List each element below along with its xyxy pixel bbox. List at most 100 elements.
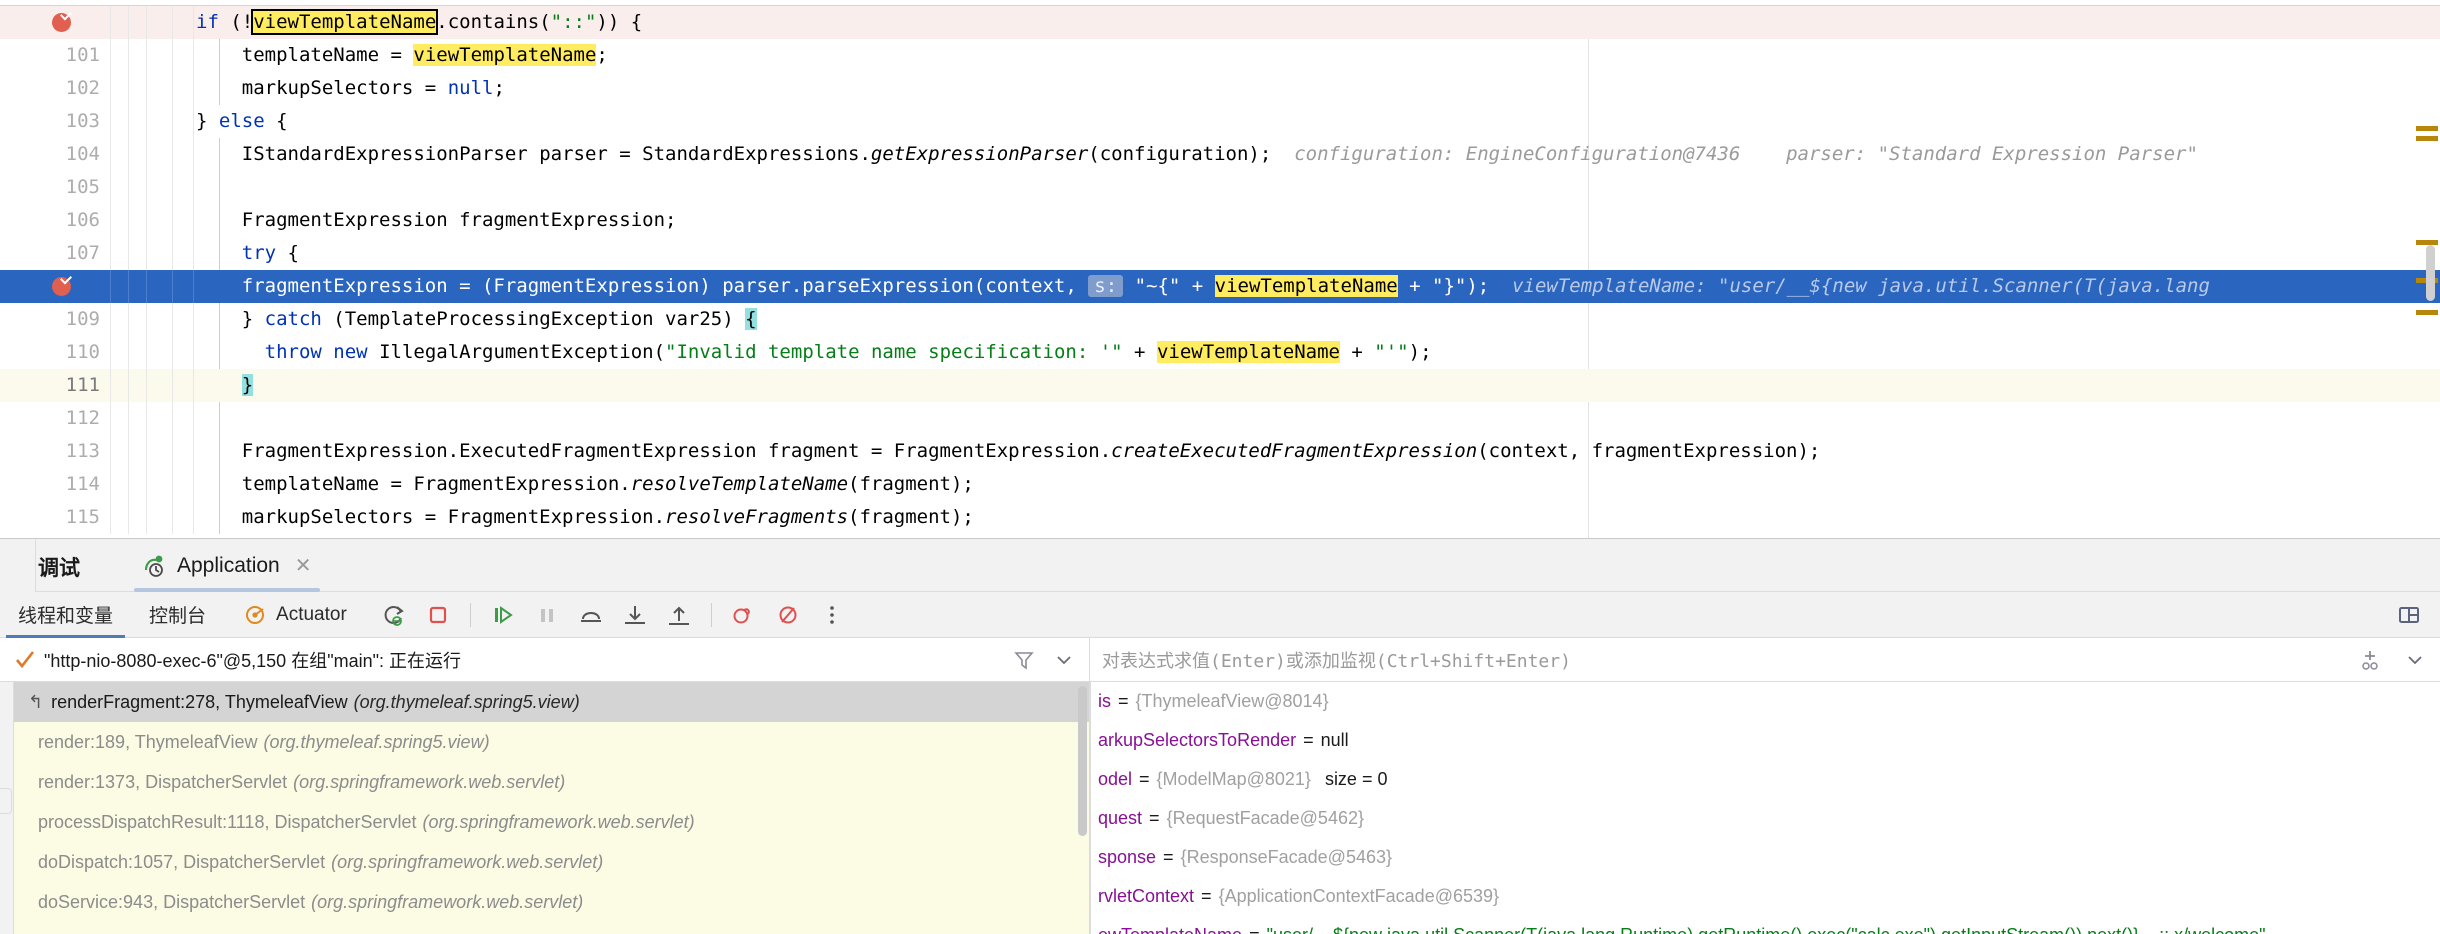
breakpoint-current-icon[interactable] [52,277,71,296]
inline-value-chip[interactable]: s: [1088,275,1124,297]
gutter-114[interactable]: 114 [0,468,145,501]
resume-button[interactable] [486,598,520,632]
editor-scrollbar-thumb[interactable] [2426,245,2435,301]
tab-application[interactable]: Application ✕ [128,539,326,592]
variable-extra: size = 0 [1324,769,1388,789]
variable-row-0[interactable]: is = {ThymeleafView@8014} [1090,682,2440,721]
gutter-106[interactable]: 106 [0,204,145,237]
line-number-112: 112 [65,407,100,429]
thread-selector[interactable]: "http-nio-8080-exec-6"@5,150 在组"main": 正… [0,637,1090,682]
inlay-hint-view-template-name[interactable]: viewTemplateName: "user/__${new java.uti… [1512,275,2210,297]
stop-button[interactable] [421,598,455,632]
code-line-112[interactable]: 112 [0,402,2440,435]
evaluate-expression-field[interactable]: 对表达式求值(Enter)或添加监视(Ctrl+Shift+Enter) [1090,638,2440,682]
frame-list-item-5[interactable]: doService:943, DispatcherServlet (org.sp… [0,882,1089,922]
code-line-109[interactable]: 109 } catch (TemplateProcessingException… [0,303,2440,336]
tab-actuator[interactable]: Actuator [224,592,365,638]
filter-icon[interactable] [1013,649,1035,671]
code-line-115[interactable]: 115 markupSelectors = FragmentExpression… [0,501,2440,534]
frame-list-item-1[interactable]: render:189, ThymeleafView (org.thymeleaf… [0,722,1089,762]
gutter-109[interactable]: 109 [0,303,145,336]
scrollbar-marker-1[interactable] [2416,126,2438,131]
actuator-icon [242,602,268,628]
code-editor[interactable]: if (!viewTemplateName.contains("::")) { … [0,0,2440,538]
frame-list-item-0[interactable]: ↰ renderFragment:278, ThymeleafView (org… [14,682,1089,722]
gutter-108[interactable] [0,270,145,303]
frame-method: doDispatch:1057, DispatcherServlet [38,851,326,872]
gutter-104[interactable]: 104 [0,138,145,171]
debug-panes: ↰ renderFragment:278, ThymeleafView (org… [0,682,2440,934]
tool-window-stripe-marker[interactable] [0,788,12,814]
mute-breakpoints-button[interactable] [771,598,805,632]
inlay-hint-configuration[interactable]: configuration: EngineConfiguration@7436 [1294,143,1740,165]
chevron-down-icon[interactable] [2404,649,2426,671]
gutter-102[interactable]: 102 [0,72,145,105]
token-semi: ; [596,44,608,66]
gutter-111[interactable]: 111 [0,369,145,402]
code-line-114[interactable]: 114 templateName = FragmentExpression.re… [0,468,2440,501]
frame-list-item-6[interactable]: processRequest:1006, FrameworkServlet (o… [0,922,1089,934]
add-watch-icon[interactable] [2358,648,2382,672]
step-out-button[interactable] [662,598,696,632]
code-line-102[interactable]: 102 markupSelectors = null; [0,72,2440,105]
code-line-100[interactable]: if (!viewTemplateName.contains("::")) { [0,6,2440,39]
variable-row-3[interactable]: quest = {RequestFacade@5462} [1090,799,2440,838]
gutter-100[interactable] [0,6,145,39]
gutter-115[interactable]: 115 [0,501,145,534]
code-line-104[interactable]: 104 IStandardExpressionParser parser = S… [0,138,2440,171]
gutter-101[interactable]: 101 [0,39,145,72]
tab-console[interactable]: 控制台 [131,592,224,638]
more-vertical-icon[interactable] [815,598,849,632]
token-catch-args: (TemplateProcessingException var25) [321,308,746,330]
layout-settings-icon[interactable] [2392,598,2426,632]
code-text-100: if (!viewTemplateName.contains("::")) { [196,9,643,35]
frames-scrollbar[interactable] [1078,686,1087,836]
token-view-template-name-hl-2: viewTemplateName [1214,275,1398,297]
step-into-button[interactable] [618,598,652,632]
frame-list-item-4[interactable]: doDispatch:1057, DispatcherServlet (org.… [0,842,1089,882]
pause-button[interactable] [530,598,564,632]
step-over-button[interactable] [574,598,608,632]
rerun-debug-button[interactable] [377,598,411,632]
token-markup-selectors: markupSelectors [241,77,414,99]
code-line-106[interactable]: 106 FragmentExpression fragmentExpressio… [0,204,2440,237]
gutter-110[interactable]: 110 [0,336,145,369]
code-line-107[interactable]: 107 try { [0,237,2440,270]
gutter-113[interactable]: 113 [0,435,145,468]
gutter-105[interactable]: 105 [0,171,145,204]
breakpoint-icon[interactable] [52,13,71,32]
token-plus: + [1122,341,1157,363]
gutter-112[interactable]: 112 [0,402,145,435]
view-breakpoints-button[interactable] [727,598,761,632]
variable-name: ewTemplateName [1098,925,1242,934]
variable-equals: = [1139,769,1150,789]
variable-equals: = [1149,808,1160,828]
close-icon[interactable]: ✕ [295,553,312,578]
call-stack-frames-panel[interactable]: ↰ renderFragment:278, ThymeleafView (org… [0,682,1090,934]
scrollbar-marker-3[interactable] [2416,240,2438,245]
scrollbar-marker-2[interactable] [2416,136,2438,141]
variables-panel[interactable]: is = {ThymeleafView@8014} arkupSelectors… [1090,682,2440,934]
gutter-107[interactable]: 107 [0,237,145,270]
code-line-113[interactable]: 113 FragmentExpression.ExecutedFragmentE… [0,435,2440,468]
scrollbar-marker-5[interactable] [2416,310,2438,315]
debug-toolbar: 线程和变量 控制台 Actuator [0,592,2440,638]
variable-row-2[interactable]: odel = {ModelMap@8021} size = 0 [1090,760,2440,799]
variable-row-4[interactable]: sponse = {ResponseFacade@5463} [1090,838,2440,877]
chevron-down-icon[interactable] [1053,649,1075,671]
code-line-110[interactable]: 110 throw new IllegalArgumentException("… [0,336,2440,369]
code-line-103[interactable]: 103 } else { [0,105,2440,138]
gutter-103[interactable]: 103 [0,105,145,138]
tab-threads-and-variables[interactable]: 线程和变量 [0,592,131,638]
frame-list-item-2[interactable]: render:1373, DispatcherServlet (org.spri… [0,762,1089,802]
code-line-111[interactable]: 111 } [0,369,2440,402]
code-line-101[interactable]: 101 templateName = viewTemplateName; [0,39,2440,72]
inlay-hint-parser[interactable]: parser: "Standard Expression Parser" [1786,143,2198,165]
variable-row-6[interactable]: ewTemplateName = "user/__${new java.util… [1090,916,2440,934]
variable-row-5[interactable]: rvletContext = {ApplicationContextFacade… [1090,877,2440,916]
code-line-105[interactable]: 105 [0,171,2440,204]
code-line-108[interactable]: fragmentExpression = (FragmentExpression… [0,270,2440,303]
frame-list-item-3[interactable]: processDispatchResult:1118, DispatcherSe… [0,802,1089,842]
variable-row-1[interactable]: arkupSelectorsToRender = null [1090,721,2440,760]
frame-method: render:1373, DispatcherServlet [38,771,288,792]
